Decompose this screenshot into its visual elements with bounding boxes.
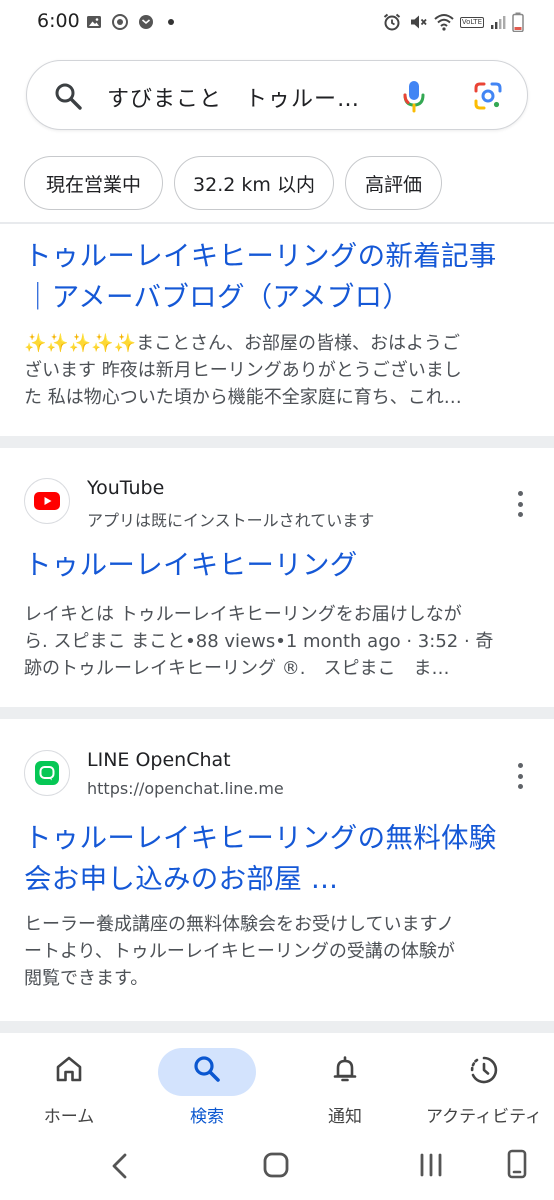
nav-activity[interactable]: アクティビティ	[414, 1038, 554, 1134]
result-snippet-line: ヒーラー養成講座の無料体験会をお受けしていますノ ートより、トゥルーレイキヒーリ…	[24, 914, 455, 989]
site-subtitle-youtube: アプリは既にインストールされています	[87, 511, 375, 530]
nav-search-label: 検索	[190, 1107, 224, 1127]
mute-icon	[410, 15, 427, 29]
sparkles-emoji: ✨✨✨✨✨	[24, 333, 137, 354]
chip-top-rated[interactable]: 高評価	[345, 156, 442, 210]
bell-icon	[333, 1056, 357, 1082]
back-icon[interactable]	[108, 1151, 132, 1181]
status-time: 6:00	[37, 10, 80, 32]
volte-icon: VoLTE	[459, 16, 484, 28]
result-title-ameblo[interactable]: トゥルーレイキヒーリングの新着記事 ｜アメーバブログ（アメブロ）	[24, 236, 497, 318]
result-separator	[0, 436, 554, 448]
result-snippet-ameblo: ✨✨✨✨✨まことさん、お部屋の皆様、おはようご ざいます 昨夜は新月ヒーリングあ…	[24, 333, 462, 408]
result-separator	[0, 707, 554, 719]
signal-icon	[491, 16, 506, 29]
lens-icon[interactable]	[473, 81, 503, 111]
result-title-line: トゥルーレイキヒーリングの無料体験	[24, 822, 497, 854]
result-title-line: ｜アメーバブログ（アメブロ）	[24, 281, 411, 313]
youtube-logo[interactable]	[24, 478, 70, 524]
youtube-icon	[34, 492, 60, 510]
battery-icon	[512, 12, 524, 32]
result-title-line-openchat[interactable]: トゥルーレイキヒーリングの無料体験 会お申し込みのお部屋 ...	[24, 818, 497, 900]
system-navigation-bar	[0, 1134, 554, 1200]
wifi-icon	[434, 14, 454, 31]
activity-icon	[470, 1056, 498, 1084]
line-openchat-icon	[35, 761, 59, 785]
dot-icon	[168, 19, 174, 25]
bottom-navigation: ホーム 検索 通知 アクティビティ	[0, 1038, 554, 1134]
phone-icon[interactable]	[506, 1148, 528, 1180]
status-bar: 6:00 VoLTE	[0, 0, 554, 46]
result-title-youtube[interactable]: トゥルーレイキヒーリング	[24, 545, 358, 586]
line-logo[interactable]	[24, 750, 70, 796]
sync-icon	[112, 14, 128, 30]
filter-chips: 現在営業中 32.2 km 以内 高評価	[24, 156, 442, 210]
site-name-youtube[interactable]: YouTube	[87, 477, 164, 499]
more-options-icon[interactable]	[512, 763, 528, 789]
site-url-line: https://openchat.line.me	[87, 779, 284, 798]
result-snippet-youtube: レイキとは トゥルーレイキヒーリングをお届けしなが ら. スピまこ まこと•88…	[24, 604, 494, 679]
recent-apps-icon[interactable]	[417, 1151, 445, 1179]
nav-notifications[interactable]: 通知	[276, 1038, 414, 1134]
nav-notifications-label: 通知	[328, 1107, 362, 1127]
nav-search[interactable]: 検索	[138, 1038, 276, 1134]
result-title-line: トゥルーレイキヒーリング	[24, 549, 358, 581]
nav-activity-label: アクティビティ	[425, 1107, 543, 1127]
result-title-line: 会お申し込みのお部屋 ...	[24, 863, 339, 895]
status-right-icons: VoLTE	[382, 12, 524, 32]
search-icon[interactable]	[53, 81, 83, 111]
result-separator	[0, 1021, 554, 1033]
chip-distance[interactable]: 32.2 km 以内	[174, 156, 334, 210]
image-icon	[87, 16, 101, 28]
more-options-icon[interactable]	[512, 491, 528, 517]
result-title-line: トゥルーレイキヒーリングの新着記事	[24, 240, 497, 272]
search-icon	[194, 1056, 220, 1082]
alarm-icon	[383, 13, 400, 31]
status-left-icons	[86, 13, 179, 31]
chip-open-now[interactable]: 現在営業中	[24, 156, 163, 210]
home-icon	[56, 1056, 82, 1082]
search-input[interactable]: すびまこと トゥルー…	[107, 81, 360, 113]
notification-icon	[139, 15, 153, 29]
nav-home-label: ホーム	[43, 1107, 95, 1127]
home-button-icon[interactable]	[262, 1151, 290, 1179]
header-divider	[0, 222, 554, 224]
nav-home[interactable]: ホーム	[0, 1038, 138, 1134]
site-name-line[interactable]: LINE OpenChat	[87, 749, 231, 771]
microphone-icon[interactable]	[401, 79, 427, 113]
search-bar[interactable]: すびまこと トゥルー…	[26, 60, 528, 130]
